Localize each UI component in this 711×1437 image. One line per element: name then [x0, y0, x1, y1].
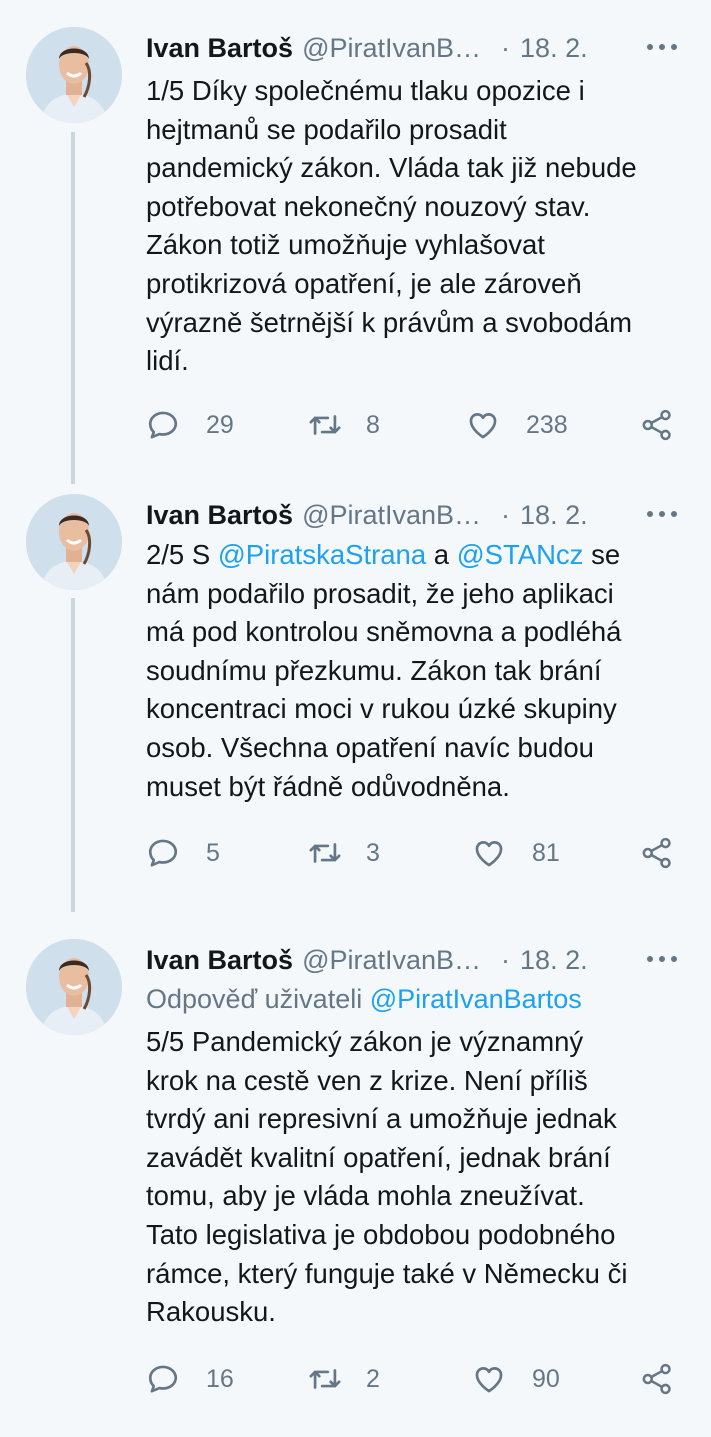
mention-link[interactable]: @STANcz	[457, 539, 584, 570]
tweet-header: Ivan Bartoš @PiratIvanB… · 18. 2.	[146, 940, 681, 980]
text-line: Zákon totiž umožňuje vyhlašovat	[146, 229, 545, 261]
tweet-header: Ivan Bartoš @PiratIvanB… · 18. 2.	[146, 495, 681, 535]
reply-icon	[148, 411, 178, 439]
reply-icon	[148, 839, 178, 867]
retweet-button[interactable]: 8	[306, 405, 380, 445]
tweet-date[interactable]: 18. 2.	[520, 500, 588, 531]
tweet-text: 1/5 Díky společnému tlaku opozice i hejt…	[146, 72, 691, 381]
text-line: pandemický zákon. Vláda tak již nebude	[146, 152, 637, 184]
text-line: Rakousku.	[146, 1296, 276, 1328]
text-line: krok na cestě ven z krize. Není příliš	[146, 1064, 588, 1096]
like-button[interactable]: 81	[472, 833, 560, 873]
tweet-actions: 5 3 81	[146, 833, 686, 873]
like-button[interactable]: 238	[466, 405, 568, 445]
text-line: 5/5 Pandemický zákon je významný	[146, 1026, 584, 1057]
text-fragment: se	[583, 539, 621, 570]
text-line: hejtmanů se podařilo prosadit	[146, 113, 507, 145]
like-count: 238	[526, 410, 568, 439]
reply-label: Odpověď uživateli	[146, 984, 370, 1014]
retweet-icon	[309, 415, 341, 435]
thread-line	[71, 132, 75, 484]
text-line: tomu, aby je vláda mohla zneužívat.	[146, 1180, 585, 1212]
heart-icon	[469, 413, 497, 439]
separator-dot: ·	[501, 499, 511, 530]
reply-count: 16	[206, 1364, 234, 1393]
retweet-button[interactable]: 3	[306, 833, 380, 873]
tweet-actions: 16 2 90	[146, 1359, 686, 1399]
tweet-text: 5/5 Pandemický zákon je významný krok na…	[146, 1023, 691, 1332]
retweet-count: 8	[366, 410, 380, 439]
author-name[interactable]: Ivan Bartoš	[146, 33, 293, 64]
more-icon[interactable]	[647, 499, 677, 529]
share-icon	[642, 1363, 671, 1395]
tweet-header: Ivan Bartoš @PiratIvanB… · 18. 2.	[146, 28, 681, 68]
reply-context: Odpověď uživateli @PiratIvanBartos	[146, 984, 582, 1015]
share-icon	[642, 837, 671, 869]
text-line: zavádět kvalitní opatření, jednak brání	[146, 1141, 611, 1173]
retweet-icon	[309, 843, 341, 863]
share-button[interactable]	[640, 405, 674, 445]
text-fragment: a	[426, 539, 457, 570]
text-line: 2/5 S @PiratskaStrana a @STANcz se	[146, 536, 691, 575]
tweet-text: 2/5 S @PiratskaStrana a @STANcz se nám p…	[146, 536, 691, 806]
tweet-date[interactable]: 18. 2.	[520, 945, 588, 976]
text-line: muset být řádně odůvodněna.	[146, 770, 510, 802]
author-handle[interactable]: @PiratIvanB…	[302, 500, 481, 531]
retweet-button[interactable]: 2	[306, 1359, 380, 1399]
share-button[interactable]	[640, 833, 674, 873]
share-button[interactable]	[640, 1359, 674, 1399]
share-icon	[642, 409, 671, 441]
avatar[interactable]	[26, 27, 122, 123]
text-line: protikrizová opatření, je ale zároveň	[146, 267, 582, 299]
text-line: výrazně šetrnější k právům a svobodám	[146, 306, 633, 338]
avatar[interactable]	[26, 939, 122, 1035]
retweet-icon	[309, 1369, 341, 1389]
text-line: nám podařilo prosadit, že jeho aplikaci	[146, 577, 614, 609]
reply-button[interactable]: 29	[146, 405, 234, 445]
reply-button[interactable]: 16	[146, 1359, 234, 1399]
text-line: 1/5 Díky společnému tlaku opozice i	[146, 75, 585, 106]
text-line: má pod kontrolou sněmovna a podléhá	[146, 616, 622, 648]
reply-icon	[148, 1365, 178, 1393]
retweet-count: 2	[366, 1364, 380, 1393]
heart-icon	[475, 841, 503, 867]
author-name[interactable]: Ivan Bartoš	[146, 945, 293, 976]
mention-link[interactable]: @PiratskaStrana	[218, 539, 426, 570]
separator-dot: ·	[501, 944, 511, 975]
heart-icon	[475, 1367, 503, 1393]
avatar[interactable]	[26, 494, 122, 590]
more-icon[interactable]	[647, 32, 677, 62]
like-count: 81	[532, 838, 560, 867]
avatar-image	[26, 939, 122, 1035]
tweet-actions: 29 8 238	[146, 405, 686, 445]
tweet-date[interactable]: 18. 2.	[520, 33, 588, 64]
avatar-image	[26, 494, 122, 590]
thread-line	[71, 598, 75, 912]
reply-count: 29	[206, 410, 234, 439]
text-line: lidí.	[146, 345, 189, 377]
separator-dot: ·	[501, 32, 511, 63]
like-button[interactable]: 90	[472, 1359, 560, 1399]
reply-button[interactable]: 5	[146, 833, 220, 873]
text-line: osob. Všechna opatření navíc budou	[146, 731, 594, 763]
avatar-image	[26, 27, 122, 123]
reply-count: 5	[206, 838, 220, 867]
text-line: tvrdý ani represivní a umožňuje jednak	[146, 1103, 617, 1135]
text-line: rámce, který funguje také v Německu či	[146, 1257, 628, 1289]
retweet-count: 3	[366, 838, 380, 867]
author-handle[interactable]: @PiratIvanB…	[302, 33, 481, 64]
text-line: Tato legislativa je obdobou podobného	[146, 1218, 616, 1250]
author-handle[interactable]: @PiratIvanB…	[302, 945, 481, 976]
mention-link[interactable]: @PiratIvanBartos	[370, 984, 582, 1014]
text-fragment: 2/5 S	[146, 539, 218, 570]
text-line: potřebovat nekonečný nouzový stav.	[146, 190, 591, 222]
text-line: koncentraci moci v rukou úzké skupiny	[146, 693, 617, 725]
like-count: 90	[532, 1364, 560, 1393]
more-icon[interactable]	[647, 944, 677, 974]
author-name[interactable]: Ivan Bartoš	[146, 500, 293, 531]
text-line: soudnímu přezkumu. Zákon tak brání	[146, 654, 602, 686]
